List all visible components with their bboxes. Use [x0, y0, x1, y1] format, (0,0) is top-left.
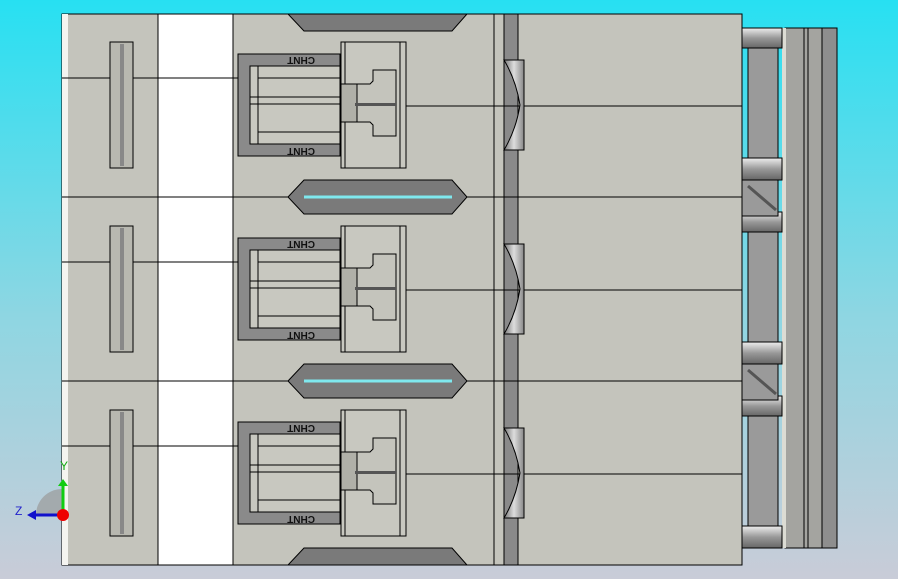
z-axis-label: Z	[15, 504, 22, 518]
cad-viewport[interactable]: CHNT CHNT CHNT CHNT CHNT CHNT Y Z	[0, 0, 898, 579]
origin-icon	[57, 509, 69, 521]
brand-label: CHNT	[287, 145, 315, 156]
brand-label: CHNT	[287, 329, 315, 340]
brand-label: CHNT	[287, 238, 315, 249]
y-axis-label: Y	[60, 459, 68, 473]
brand-label: CHNT	[287, 513, 315, 524]
axis-triad: Y Z	[15, 459, 69, 521]
brand-label: CHNT	[287, 422, 315, 433]
brand-label: CHNT	[287, 54, 315, 65]
